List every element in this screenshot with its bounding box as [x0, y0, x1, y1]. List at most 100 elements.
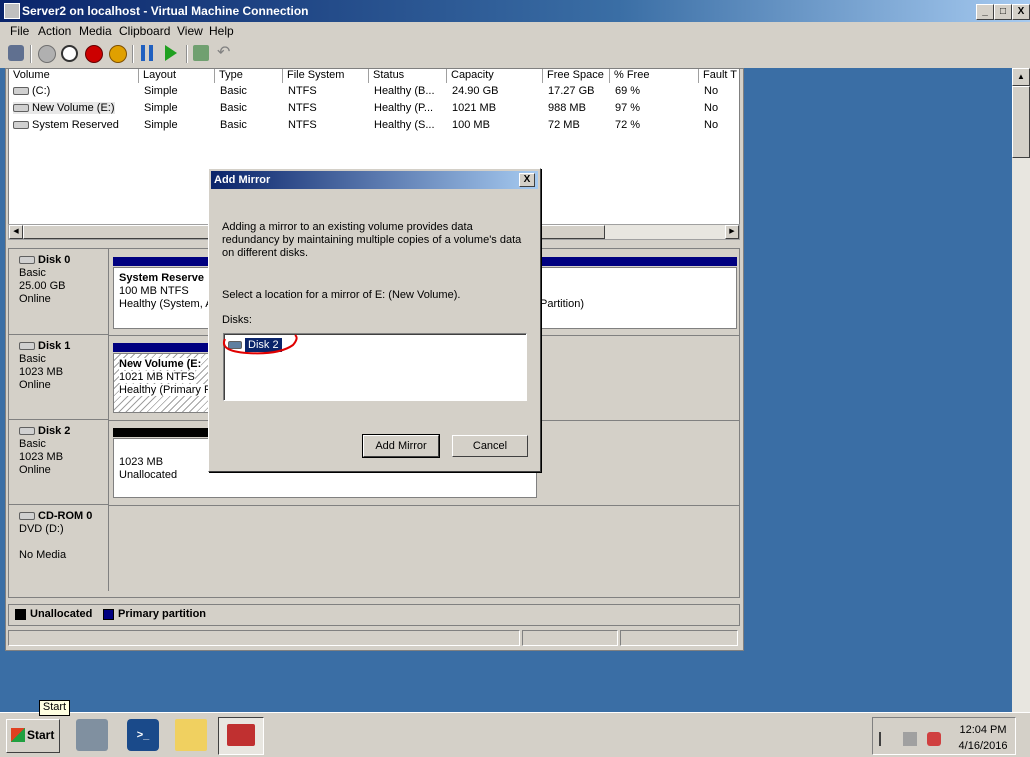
clock[interactable]: 12:04 PM 4/16/2016 — [953, 722, 1013, 754]
menu-file[interactable]: File — [10, 24, 29, 38]
disk-0-header[interactable]: Disk 0 Basic 25.00 GB Online — [9, 249, 109, 335]
menu-media[interactable]: Media — [79, 24, 112, 38]
status-pane — [620, 630, 738, 646]
computer-management-taskbar-button[interactable] — [218, 717, 264, 755]
disk-1-header[interactable]: Disk 1 Basic 1023 MB Online — [9, 335, 109, 420]
save-icon[interactable] — [109, 45, 127, 63]
table-row[interactable]: (C:) — [13, 85, 50, 97]
column-percent-free[interactable]: % Free — [610, 69, 699, 83]
vertical-scrollbar[interactable]: ▲ — [1012, 68, 1030, 712]
powershell-icon[interactable]: >_ — [127, 719, 159, 751]
start-icon[interactable] — [38, 45, 56, 63]
minimize-button[interactable]: _ — [976, 4, 994, 20]
ctrl-alt-del-icon[interactable] — [8, 45, 24, 61]
system-tray: 12:04 PM 4/16/2016 — [872, 717, 1016, 755]
play-icon[interactable] — [165, 45, 177, 61]
column-fault-tolerance[interactable]: Fault T — [699, 69, 739, 83]
disk-2-header[interactable]: Disk 2 Basic 1023 MB Online — [9, 420, 109, 505]
dialog-description: Adding a mirror to an existing volume pr… — [222, 221, 522, 259]
partition-system-reserved[interactable]: System Reserve 100 MB NTFS Healthy (System… — [113, 267, 209, 329]
network-icon[interactable] — [903, 732, 917, 746]
toolbox-icon — [227, 724, 255, 746]
toolbar-separator — [132, 45, 134, 63]
cell-free-space: 988 MB — [548, 102, 586, 114]
cell-percent-free: 97 % — [615, 102, 641, 114]
table-row[interactable]: New Volume (E:) — [13, 102, 115, 114]
turn-off-icon[interactable] — [61, 45, 78, 62]
scroll-left-icon[interactable]: ◀ — [9, 225, 23, 239]
disk-icon — [19, 427, 35, 436]
flag-icon[interactable] — [879, 732, 895, 746]
toolbar: ↶ — [0, 40, 1030, 69]
dialog-prompt: Select a location for a mirror of E: (Ne… — [222, 289, 461, 301]
dialog-title-bar: Add Mirror X — [211, 171, 538, 189]
menu-action[interactable]: Action — [38, 24, 71, 38]
cell-file-system: NTFS — [288, 85, 317, 97]
column-layout[interactable]: Layout — [139, 69, 215, 83]
revert-icon[interactable]: ↶ — [217, 45, 233, 61]
shutdown-icon[interactable] — [85, 45, 103, 63]
column-status[interactable]: Status — [369, 69, 447, 83]
volume-icon[interactable] — [927, 732, 941, 746]
column-type[interactable]: Type — [215, 69, 283, 83]
explorer-icon[interactable] — [175, 719, 207, 751]
dialog-close-button[interactable]: X — [519, 173, 535, 187]
cell-fault-tolerance: No — [704, 85, 719, 97]
checkpoint-icon[interactable] — [193, 45, 209, 61]
cancel-button[interactable]: Cancel — [452, 435, 528, 457]
red-annotation-circle — [223, 334, 298, 355]
scrollbar-thumb[interactable] — [1012, 86, 1030, 158]
cell-status: Healthy (S... — [374, 119, 435, 131]
add-mirror-dialog: Add Mirror X Adding a mirror to an exist… — [208, 168, 541, 472]
start-button[interactable]: Start — [6, 719, 60, 753]
cell-capacity: 100 MB — [452, 119, 490, 131]
cell-status: Healthy (B... — [374, 85, 435, 97]
menu-bar: File Action Media Clipboard View Help — [0, 22, 1030, 40]
cell-fault-tolerance: No — [704, 102, 719, 114]
toolbar-separator — [186, 45, 188, 63]
add-mirror-button[interactable]: Add Mirror — [363, 435, 439, 457]
window-title: Server2 on localhost - Virtual Machine C… — [22, 4, 309, 18]
status-pane — [8, 630, 520, 646]
menu-help[interactable]: Help — [209, 24, 234, 38]
cell-fault-tolerance: No — [704, 119, 719, 131]
windows-logo-icon — [11, 728, 25, 742]
pause-icon[interactable] — [141, 45, 153, 61]
cell-file-system: NTFS — [288, 119, 317, 131]
cell-capacity: 1021 MB — [452, 102, 497, 114]
taskbar: Start >_ 12:04 PM 4/16/2016 — [0, 712, 1030, 757]
cell-percent-free: 72 % — [615, 119, 641, 131]
toolbar-separator — [30, 45, 32, 63]
cdrom-icon — [19, 512, 35, 521]
table-row[interactable]: System Reserved — [13, 119, 119, 131]
cell-free-space: 17.27 GB — [548, 85, 595, 97]
scroll-right-icon[interactable]: ▶ — [725, 225, 739, 239]
cell-free-space: 72 MB — [548, 119, 580, 131]
cell-type: Basic — [220, 85, 247, 97]
close-button[interactable]: X — [1012, 4, 1030, 20]
cell-layout: Simple — [144, 102, 178, 114]
status-bar — [8, 630, 738, 646]
disk-icon — [19, 256, 35, 265]
disk-icon — [19, 342, 35, 351]
legend-primary: Primary partition — [103, 608, 206, 620]
menu-clipboard[interactable]: Clipboard — [119, 24, 170, 38]
dialog-title: Add Mirror — [214, 174, 271, 186]
column-free-space[interactable]: Free Space — [543, 69, 610, 83]
window-title-bar: Server2 on localhost - Virtual Machine C… — [0, 0, 1030, 22]
vm-connection-icon — [4, 3, 20, 19]
cell-layout: Simple — [144, 119, 178, 131]
start-tooltip: Start — [39, 700, 70, 716]
legend-unallocated: Unallocated — [15, 608, 92, 620]
disks-label: Disks: — [222, 314, 252, 326]
maximize-button[interactable]: □ — [994, 4, 1012, 20]
column-capacity[interactable]: Capacity — [447, 69, 543, 83]
menu-view[interactable]: View — [177, 24, 203, 38]
cdrom-0-header[interactable]: CD-ROM 0 DVD (D:) No Media — [9, 505, 109, 591]
server-manager-icon[interactable] — [76, 719, 108, 751]
partition-bar — [113, 343, 209, 352]
cell-layout: Simple — [144, 85, 178, 97]
column-volume[interactable]: Volume — [9, 69, 139, 83]
column-file-system[interactable]: File System — [283, 69, 369, 83]
scroll-up-icon[interactable]: ▲ — [1012, 68, 1030, 86]
